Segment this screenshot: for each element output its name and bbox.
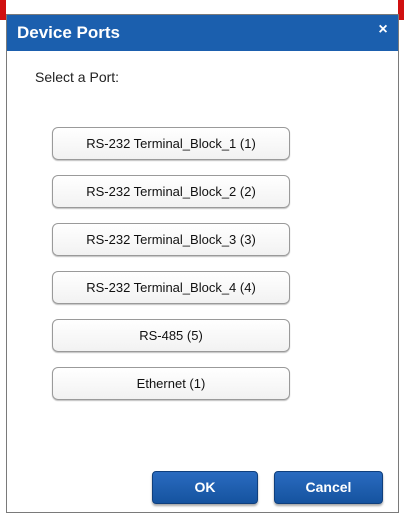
port-button-rs232-terminal-block-2[interactable]: RS-232 Terminal_Block_2 (2) (52, 175, 290, 208)
port-button-rs232-terminal-block-4[interactable]: RS-232 Terminal_Block_4 (4) (52, 271, 290, 304)
dialog-title: Device Ports (17, 23, 120, 42)
device-ports-dialog: Device Ports × Select a Port: RS-232 Ter… (6, 14, 399, 513)
select-port-label: Select a Port: (35, 69, 120, 85)
dialog-titlebar: Device Ports × (7, 15, 398, 51)
port-button-ethernet[interactable]: Ethernet (1) (52, 367, 290, 400)
cancel-button[interactable]: Cancel (274, 471, 383, 504)
port-list: RS-232 Terminal_Block_1 (1) RS-232 Termi… (52, 127, 290, 415)
close-icon[interactable]: × (374, 21, 392, 39)
port-button-rs232-terminal-block-1[interactable]: RS-232 Terminal_Block_1 (1) (52, 127, 290, 160)
ok-button[interactable]: OK (152, 471, 258, 504)
port-button-rs232-terminal-block-3[interactable]: RS-232 Terminal_Block_3 (3) (52, 223, 290, 256)
port-button-rs485[interactable]: RS-485 (5) (52, 319, 290, 352)
